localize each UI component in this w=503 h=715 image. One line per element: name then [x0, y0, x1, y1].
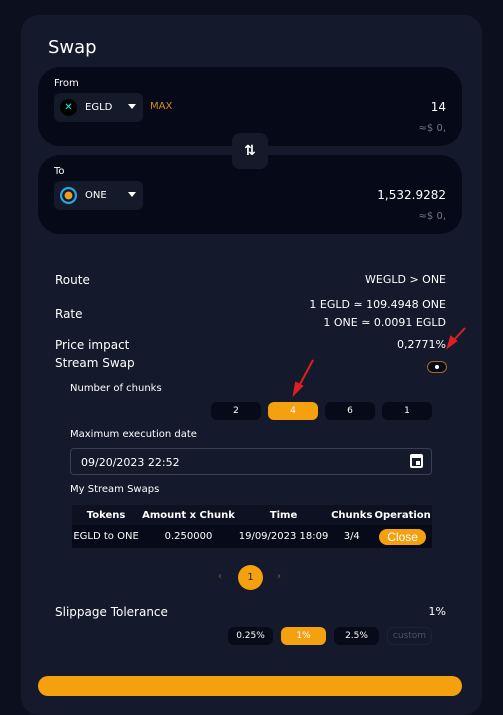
- annotation-arrows: [292, 327, 466, 397]
- swap-arrows-icon: ⇅: [244, 143, 256, 159]
- swap-direction-button[interactable]: ⇅: [232, 133, 268, 169]
- annotation-arrow-icon: [297, 359, 314, 389]
- arrowhead-icon: [292, 381, 304, 397]
